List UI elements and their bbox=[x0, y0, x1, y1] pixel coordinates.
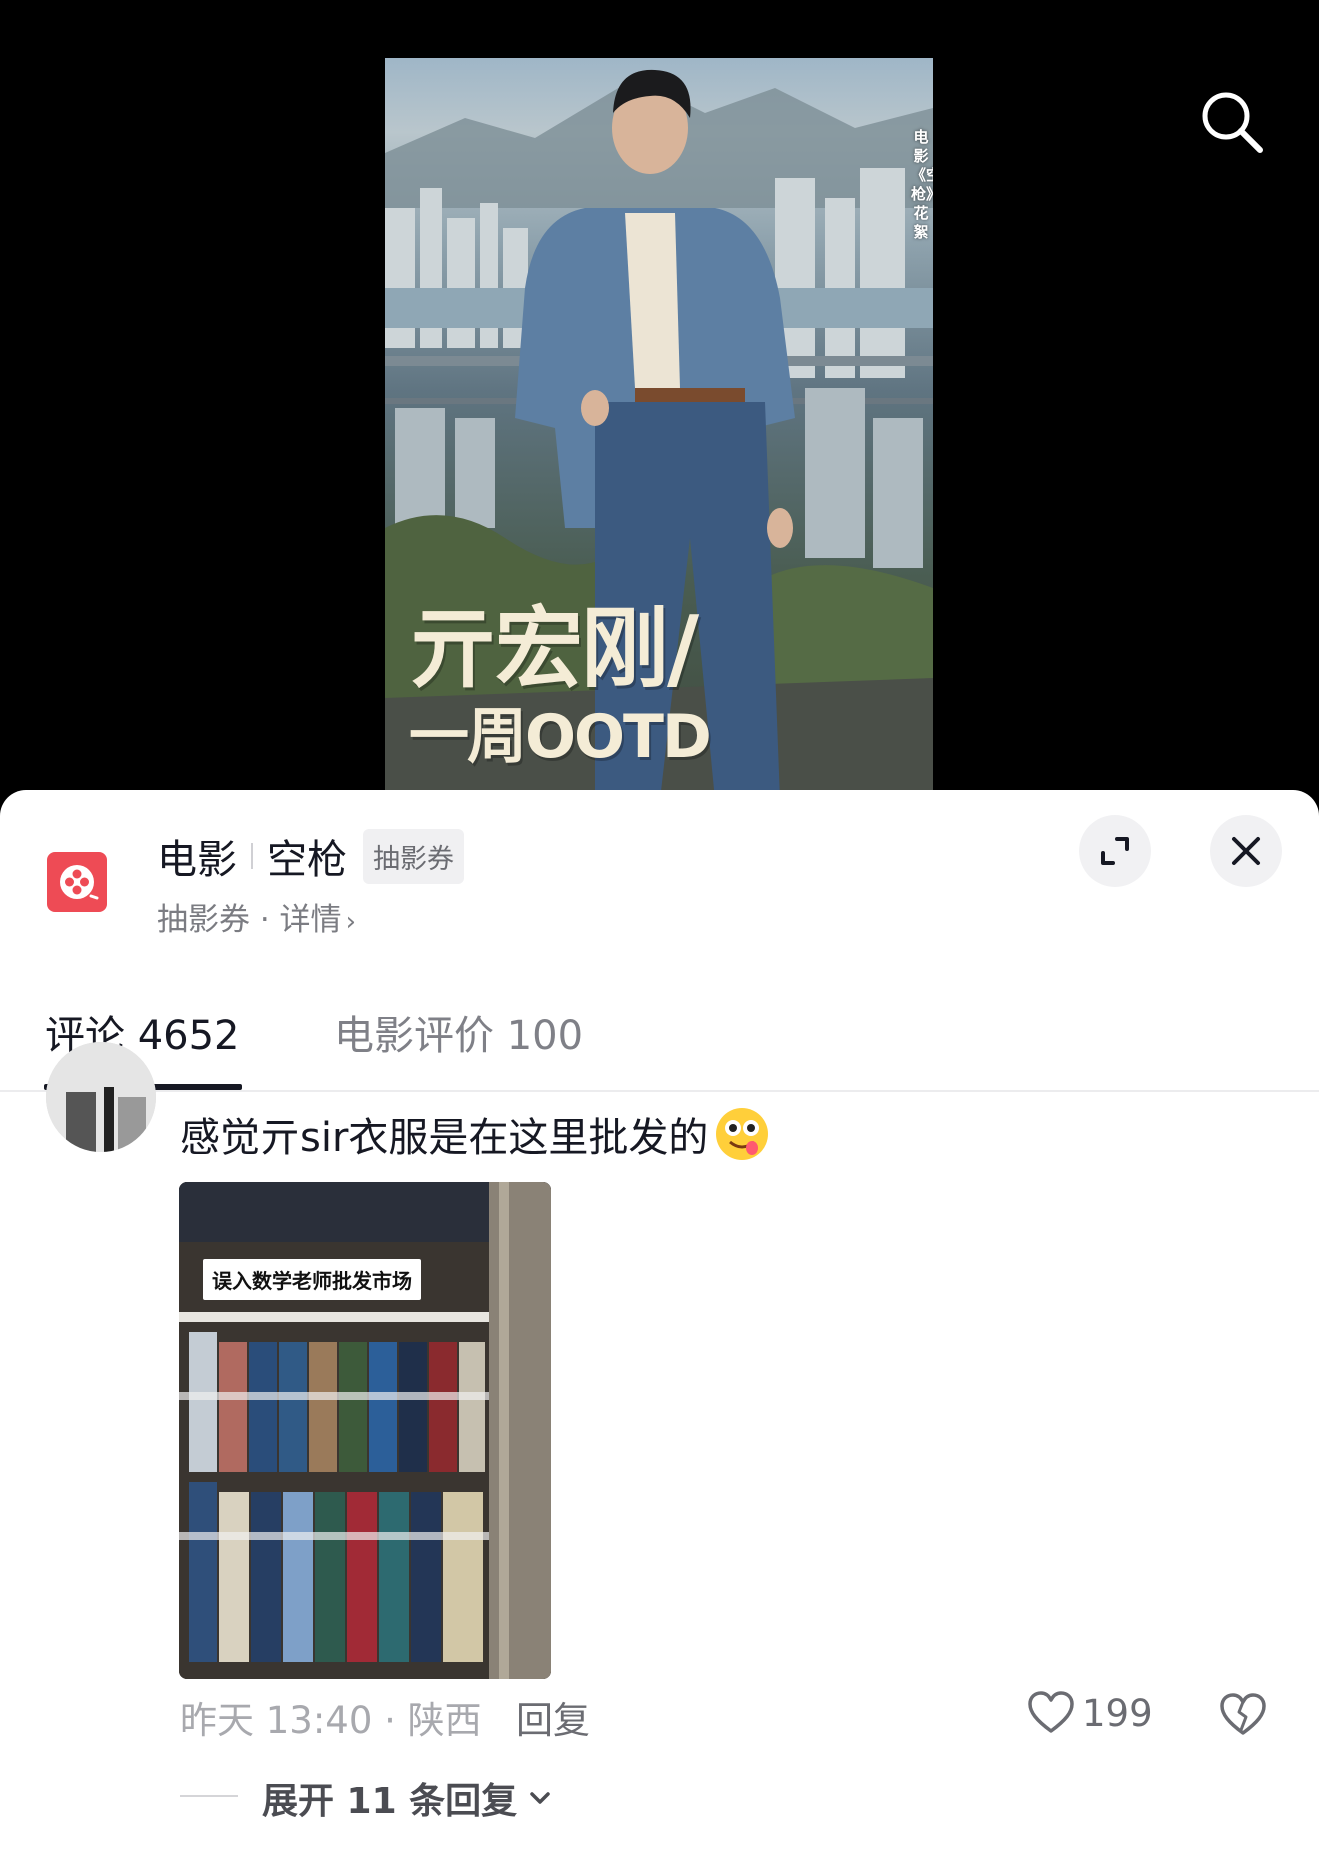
movie-category: 电影 bbox=[157, 837, 237, 883]
expand-icon bbox=[1101, 837, 1129, 865]
comment-body: 感觉亓sir衣服是在这里批发的 bbox=[180, 1104, 772, 1164]
broken-heart-icon bbox=[1220, 1693, 1266, 1735]
image-caption: 误入数学老师批发市场 bbox=[203, 1259, 421, 1300]
poster-title-line1: 亓宏刚/ bbox=[409, 597, 699, 700]
poster-title-line2: 一周OOTD bbox=[409, 702, 712, 772]
expand-replies-label: 展开 11 条回复 bbox=[262, 1781, 518, 1822]
close-button[interactable] bbox=[1210, 815, 1282, 887]
movie-details-link[interactable]: 抽影券 · 详情 › bbox=[157, 894, 356, 939]
dislike-button[interactable] bbox=[1218, 1690, 1268, 1740]
avatar-image bbox=[46, 1042, 156, 1152]
drooling-face-emoji-icon bbox=[716, 1108, 769, 1160]
tab-movie-reviews[interactable]: 电影评价 100 bbox=[334, 1003, 583, 1061]
clothing-market-photo bbox=[179, 1182, 551, 1679]
expand-button[interactable] bbox=[1079, 815, 1151, 887]
like-button[interactable]: 199 bbox=[1026, 1688, 1153, 1738]
movie-app-logo[interactable] bbox=[47, 852, 107, 912]
video-player[interactable]: 电影《空枪》花絮 亓宏刚/ 一周OOTD bbox=[0, 0, 1319, 800]
chevron-right-icon: › bbox=[345, 907, 356, 937]
chevron-down-icon bbox=[530, 1792, 550, 1804]
poster-side-caption: 电影《空枪》花絮 bbox=[911, 128, 933, 241]
heart-icon bbox=[1028, 1691, 1074, 1733]
search-button[interactable] bbox=[1196, 86, 1268, 158]
comment-image[interactable]: 误入数学老师批发市场 bbox=[179, 1182, 551, 1679]
title-divider bbox=[251, 843, 253, 869]
tabs-divider bbox=[0, 1090, 1319, 1092]
search-icon bbox=[1202, 92, 1263, 153]
close-icon bbox=[1232, 837, 1260, 865]
expand-replies-button[interactable]: 展开 11 条回复 bbox=[262, 1772, 553, 1824]
avatar[interactable] bbox=[46, 1042, 156, 1152]
expand-replies-divider bbox=[180, 1795, 238, 1797]
comment-time-location: 昨天 13:40 · 陕西 bbox=[180, 1699, 482, 1742]
reply-button[interactable]: 回复 bbox=[516, 1690, 590, 1744]
movie-title-row[interactable]: 电影 空枪 抽影券 bbox=[157, 828, 464, 884]
video-poster[interactable]: 电影《空枪》花絮 亓宏刚/ 一周OOTD bbox=[385, 58, 933, 800]
like-count: 199 bbox=[1082, 1691, 1153, 1735]
film-reel-icon bbox=[60, 865, 99, 900]
movie-details-label: 抽影券 · 详情 bbox=[157, 902, 342, 938]
comment-text: 感觉亓sir衣服是在这里批发的 bbox=[180, 1115, 709, 1161]
movie-title: 空枪 bbox=[267, 837, 347, 883]
ticket-lottery-badge[interactable]: 抽影券 bbox=[363, 828, 464, 884]
